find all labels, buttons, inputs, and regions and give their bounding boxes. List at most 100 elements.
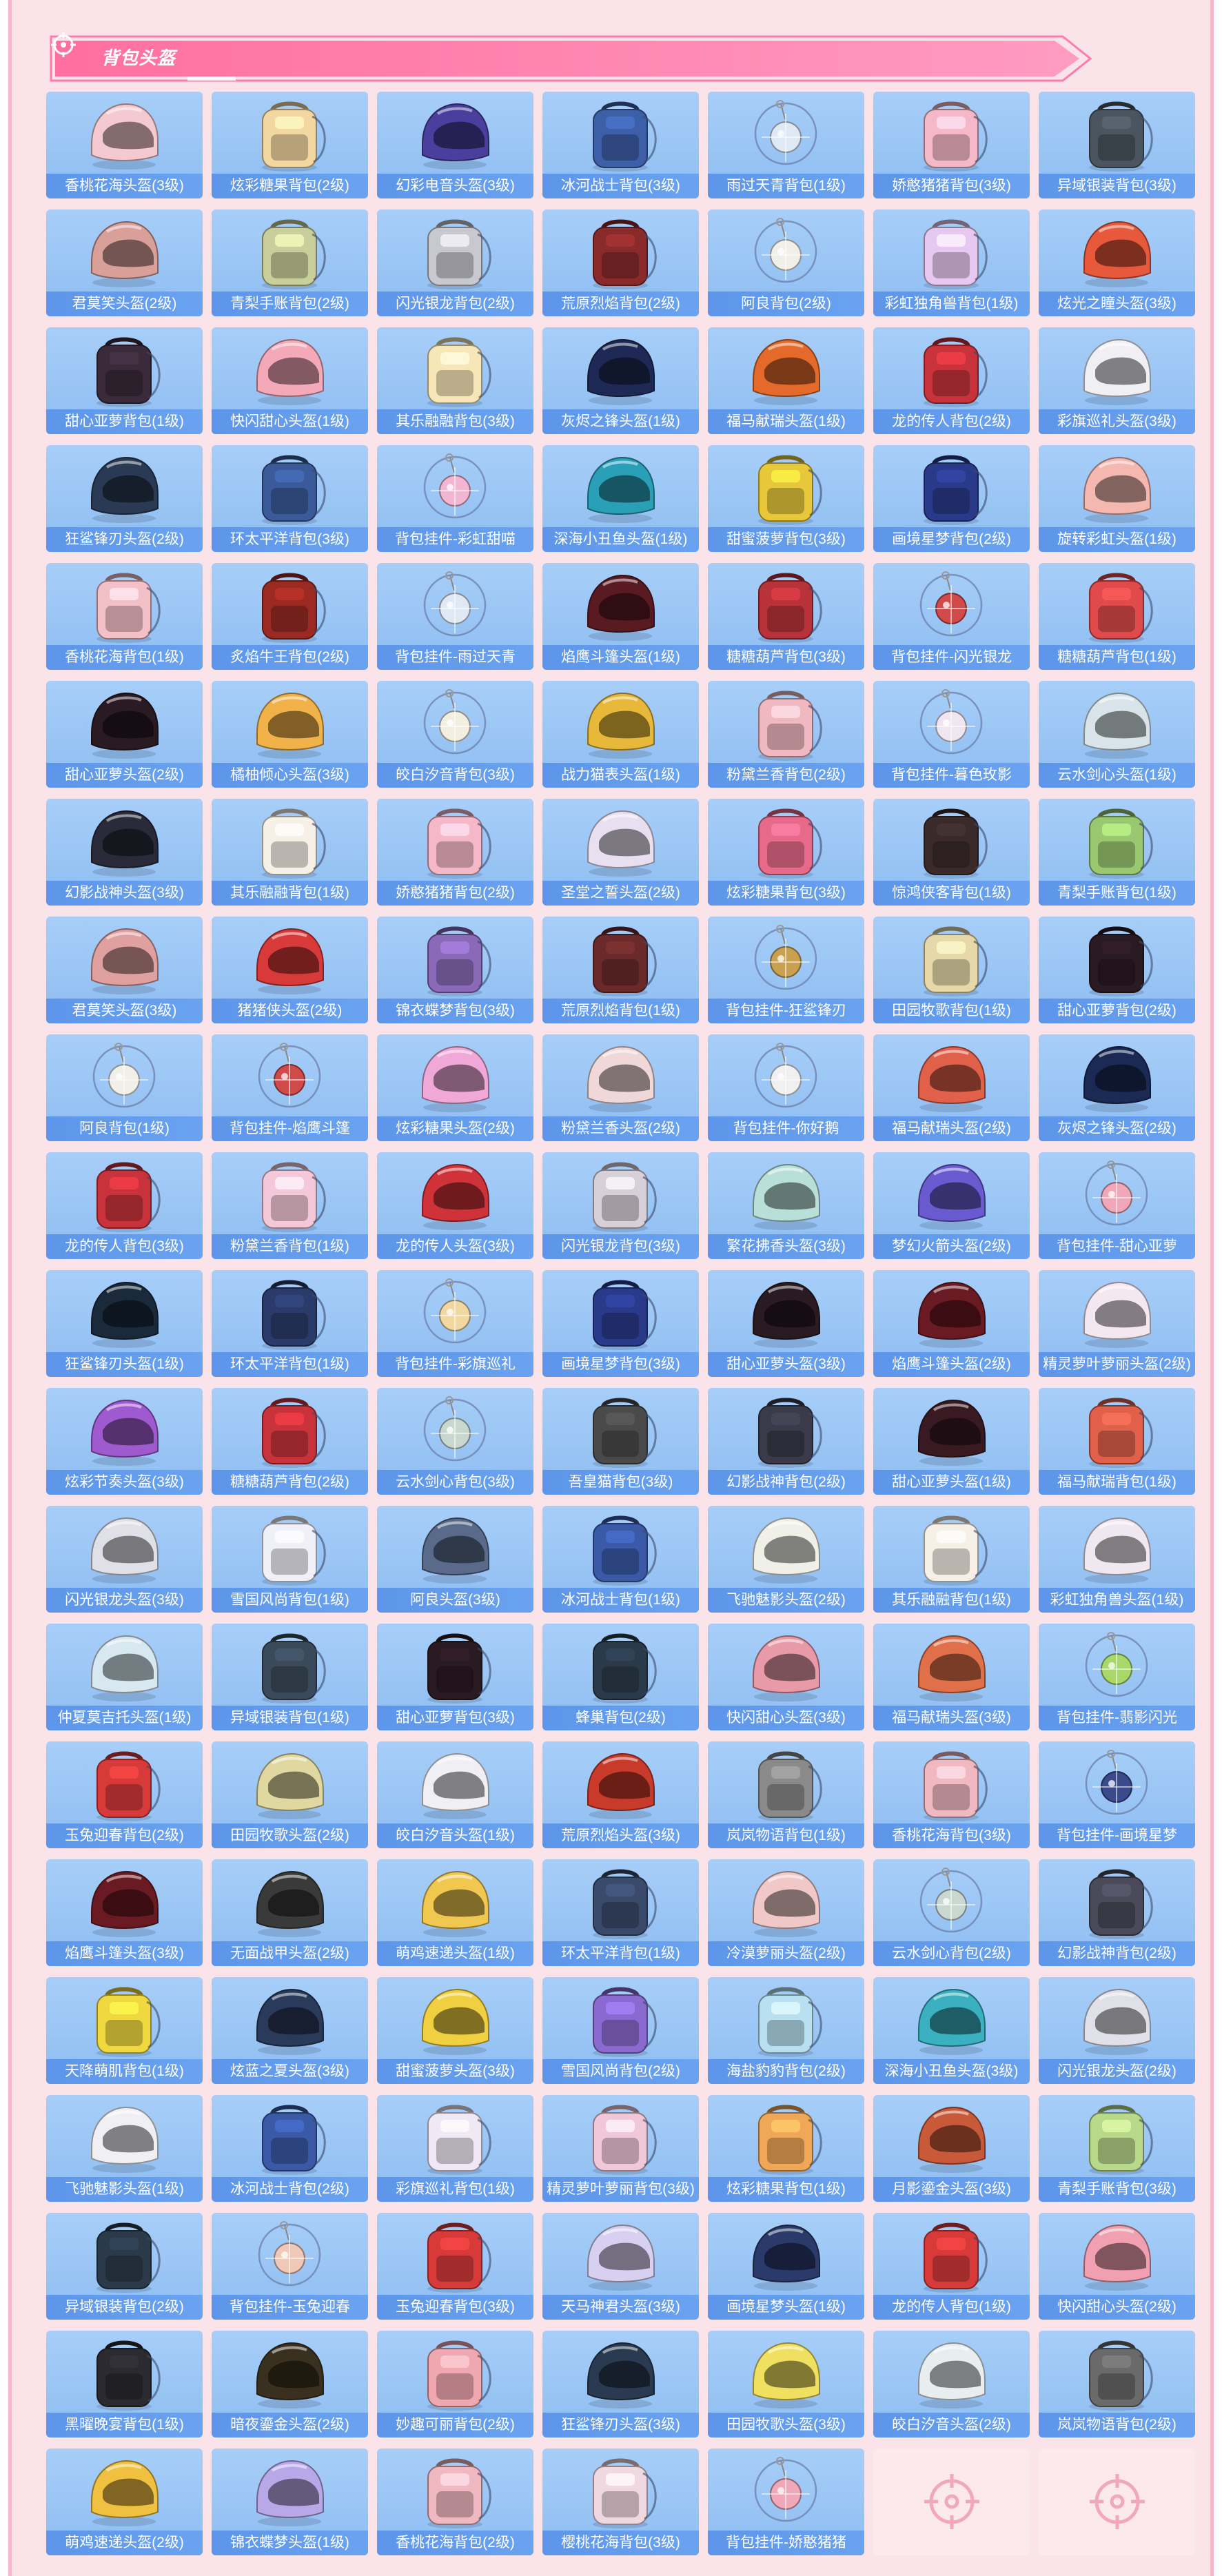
item-tile[interactable]: 梦幻火箭头盔(2级) <box>873 1152 1030 1259</box>
item-tile[interactable]: 黑曜晚宴背包(1级) <box>46 2331 203 2437</box>
item-tile[interactable]: 飞驰魅影头盔(1级) <box>46 2095 203 2202</box>
item-tile[interactable]: 深海小丑鱼头盔(3级) <box>873 1977 1030 2084</box>
item-tile[interactable]: 妙趣可丽背包(2级) <box>377 2331 533 2437</box>
item-tile[interactable]: 雪国风尚背包(1级) <box>212 1506 368 1613</box>
item-tile[interactable]: 田园牧歌头盔(3级) <box>708 2331 864 2437</box>
item-tile[interactable]: 暗夜鎏金头盔(2级) <box>212 2331 368 2437</box>
item-tile[interactable]: 背包挂件-翡影闪光 <box>1039 1624 1195 1730</box>
item-tile[interactable]: 彩虹独角兽背包(1级) <box>873 209 1030 316</box>
item-tile[interactable]: 雪国风尚背包(2级) <box>542 1977 699 2084</box>
item-tile[interactable]: 幻彩电音头盔(3级) <box>377 92 533 198</box>
item-tile[interactable]: 甜心亚萝头盔(3级) <box>708 1270 864 1377</box>
item-tile[interactable]: 焰鹰斗篷头盔(2级) <box>873 1270 1030 1377</box>
item-tile[interactable]: 龙的传人背包(3级) <box>46 1152 203 1259</box>
item-tile[interactable]: 狂鲨锋刃头盔(2级) <box>46 445 203 552</box>
item-tile[interactable]: 背包挂件-暮色玫影 <box>873 681 1030 788</box>
item-tile[interactable]: 福马献瑞头盔(2级) <box>873 1034 1030 1141</box>
item-tile[interactable]: 冰河战士背包(1级) <box>542 1506 699 1613</box>
item-tile[interactable]: 其乐融融背包(1级) <box>873 1506 1030 1613</box>
item-tile[interactable]: 云水剑心背包(3级) <box>377 1388 533 1495</box>
item-tile[interactable]: 战力猫表头盔(1级) <box>542 681 699 788</box>
item-tile[interactable]: 快闪甜心头盔(3级) <box>708 1624 864 1730</box>
item-tile[interactable]: 快闪甜心头盔(1级) <box>212 327 368 434</box>
item-tile[interactable]: 田园牧歌背包(1级) <box>873 917 1030 1023</box>
item-tile[interactable]: 福马献瑞头盔(3级) <box>873 1624 1030 1730</box>
item-tile[interactable]: 阿良背包(2级) <box>708 209 864 316</box>
item-tile[interactable]: 背包挂件-闪光银龙 <box>873 563 1030 670</box>
item-tile[interactable]: 龙的传人背包(1级) <box>873 2213 1030 2320</box>
item-tile[interactable]: 画境星梦背包(2级) <box>873 445 1030 552</box>
item-tile[interactable]: 君莫笑头盔(3级) <box>46 917 203 1023</box>
item-tile[interactable]: 福马献瑞头盔(1级) <box>708 327 864 434</box>
item-tile[interactable]: 幻影战神背包(2级) <box>708 1388 864 1495</box>
item-tile[interactable]: 焰鹰斗篷头盔(3级) <box>46 1859 203 1966</box>
item-tile[interactable]: 月影鎏金头盔(3级) <box>873 2095 1030 2202</box>
item-tile[interactable]: 背包挂件-焰鹰斗篷 <box>212 1034 368 1141</box>
item-tile[interactable]: 君莫笑头盔(2级) <box>46 209 203 316</box>
item-tile[interactable]: 甜心亚萝头盔(2级) <box>46 681 203 788</box>
item-tile[interactable]: 画境星梦背包(3级) <box>542 1270 699 1377</box>
item-tile[interactable]: 甜心亚萝背包(1级) <box>46 327 203 434</box>
item-tile[interactable]: 圣堂之誓头盔(2级) <box>542 799 699 906</box>
item-tile[interactable]: 橘柚倾心头盔(3级) <box>212 681 368 788</box>
item-tile[interactable]: 狂鲨锋刃头盔(3级) <box>542 2331 699 2437</box>
item-tile[interactable]: 娇憨猪猪背包(3级) <box>873 92 1030 198</box>
item-tile[interactable]: 异域银装背包(1级) <box>212 1624 368 1730</box>
item-tile[interactable]: 灰烬之锋头盔(2级) <box>1039 1034 1195 1141</box>
item-tile[interactable]: 闪光银龙背包(2级) <box>377 209 533 316</box>
item-tile[interactable]: 闪光银龙头盔(2级) <box>1039 1977 1195 2084</box>
item-tile[interactable]: 彩旗巡礼背包(1级) <box>377 2095 533 2202</box>
item-tile[interactable]: 天降萌肌背包(1级) <box>46 1977 203 2084</box>
item-tile[interactable]: 焰鹰斗篷头盔(1级) <box>542 563 699 670</box>
item-tile[interactable]: 背包挂件-雨过天青 <box>377 563 533 670</box>
item-tile[interactable]: 岚岚物语背包(1级) <box>708 1741 864 1848</box>
item-tile[interactable]: 飞驰魅影头盔(2级) <box>708 1506 864 1613</box>
item-tile[interactable]: 仲夏莫吉托头盔(1级) <box>46 1624 203 1730</box>
item-tile[interactable]: 灰烬之锋头盔(1级) <box>542 327 699 434</box>
item-tile[interactable]: 炫彩糖果背包(3级) <box>708 799 864 906</box>
item-tile[interactable]: 荒原烈焰背包(2级) <box>542 209 699 316</box>
item-tile[interactable]: 环太平洋背包(1级) <box>212 1270 368 1377</box>
item-tile[interactable]: 狂鲨锋刃头盔(1级) <box>46 1270 203 1377</box>
item-tile[interactable]: 粉黛兰香背包(1级) <box>212 1152 368 1259</box>
item-tile[interactable]: 其乐融融背包(1级) <box>212 799 368 906</box>
item-tile[interactable]: 冷漠萝丽头盔(2级) <box>708 1859 864 1966</box>
item-tile[interactable]: 惊鸿侠客背包(1级) <box>873 799 1030 906</box>
item-tile[interactable]: 青梨手账背包(3级) <box>1039 2095 1195 2202</box>
item-tile[interactable]: 天马神君头盔(3级) <box>542 2213 699 2320</box>
item-tile[interactable]: 岚岚物语背包(2级) <box>1039 2331 1195 2437</box>
empty-slot[interactable] <box>873 2449 1030 2555</box>
item-tile[interactable]: 锦衣蝶梦头盔(1级) <box>212 2449 368 2555</box>
item-tile[interactable]: 香桃花海背包(3级) <box>873 1741 1030 1848</box>
item-tile[interactable]: 云水剑心头盔(1级) <box>1039 681 1195 788</box>
item-tile[interactable]: 背包挂件-彩旗巡礼 <box>377 1270 533 1377</box>
item-tile[interactable]: 炫蓝之夏头盔(3级) <box>212 1977 368 2084</box>
item-tile[interactable]: 背包挂件-娇憨猪猪 <box>708 2449 864 2555</box>
item-tile[interactable]: 猪猪侠头盔(2级) <box>212 917 368 1023</box>
item-tile[interactable]: 精灵萝叶萝丽头盔(2级) <box>1039 1270 1195 1377</box>
item-tile[interactable]: 背包挂件-你好鹅 <box>708 1034 864 1141</box>
item-tile[interactable]: 龙的传人背包(2级) <box>873 327 1030 434</box>
item-tile[interactable]: 樱桃花海背包(3级) <box>542 2449 699 2555</box>
item-tile[interactable]: 香桃花海背包(2级) <box>377 2449 533 2555</box>
item-tile[interactable]: 阿良头盔(3级) <box>377 1506 533 1613</box>
item-tile[interactable]: 糖糖葫芦背包(2级) <box>212 1388 368 1495</box>
item-tile[interactable]: 环太平洋背包(1级) <box>542 1859 699 1966</box>
item-tile[interactable]: 皎白汐音头盔(2级) <box>873 2331 1030 2437</box>
item-tile[interactable]: 福马献瑞背包(1级) <box>1039 1388 1195 1495</box>
item-tile[interactable]: 炫彩糖果背包(2级) <box>212 92 368 198</box>
item-tile[interactable]: 背包挂件-画境星梦 <box>1039 1741 1195 1848</box>
item-tile[interactable]: 彩旗巡礼头盔(3级) <box>1039 327 1195 434</box>
item-tile[interactable]: 背包挂件-玉兔迎春 <box>212 2213 368 2320</box>
item-tile[interactable]: 炙焰牛王背包(2级) <box>212 563 368 670</box>
item-tile[interactable]: 繁花拂香头盔(3级) <box>708 1152 864 1259</box>
item-tile[interactable]: 蜂巢背包(2级) <box>542 1624 699 1730</box>
item-tile[interactable]: 吾皇猫背包(3级) <box>542 1388 699 1495</box>
item-tile[interactable]: 云水剑心背包(2级) <box>873 1859 1030 1966</box>
item-tile[interactable]: 阿良背包(1级) <box>46 1034 203 1141</box>
item-tile[interactable]: 幻影战神背包(2级) <box>1039 1859 1195 1966</box>
item-tile[interactable]: 冰河战士背包(2级) <box>212 2095 368 2202</box>
item-tile[interactable]: 甜心亚萝背包(2级) <box>1039 917 1195 1023</box>
item-tile[interactable]: 其乐融融背包(3级) <box>377 327 533 434</box>
item-tile[interactable]: 青梨手账背包(2级) <box>212 209 368 316</box>
